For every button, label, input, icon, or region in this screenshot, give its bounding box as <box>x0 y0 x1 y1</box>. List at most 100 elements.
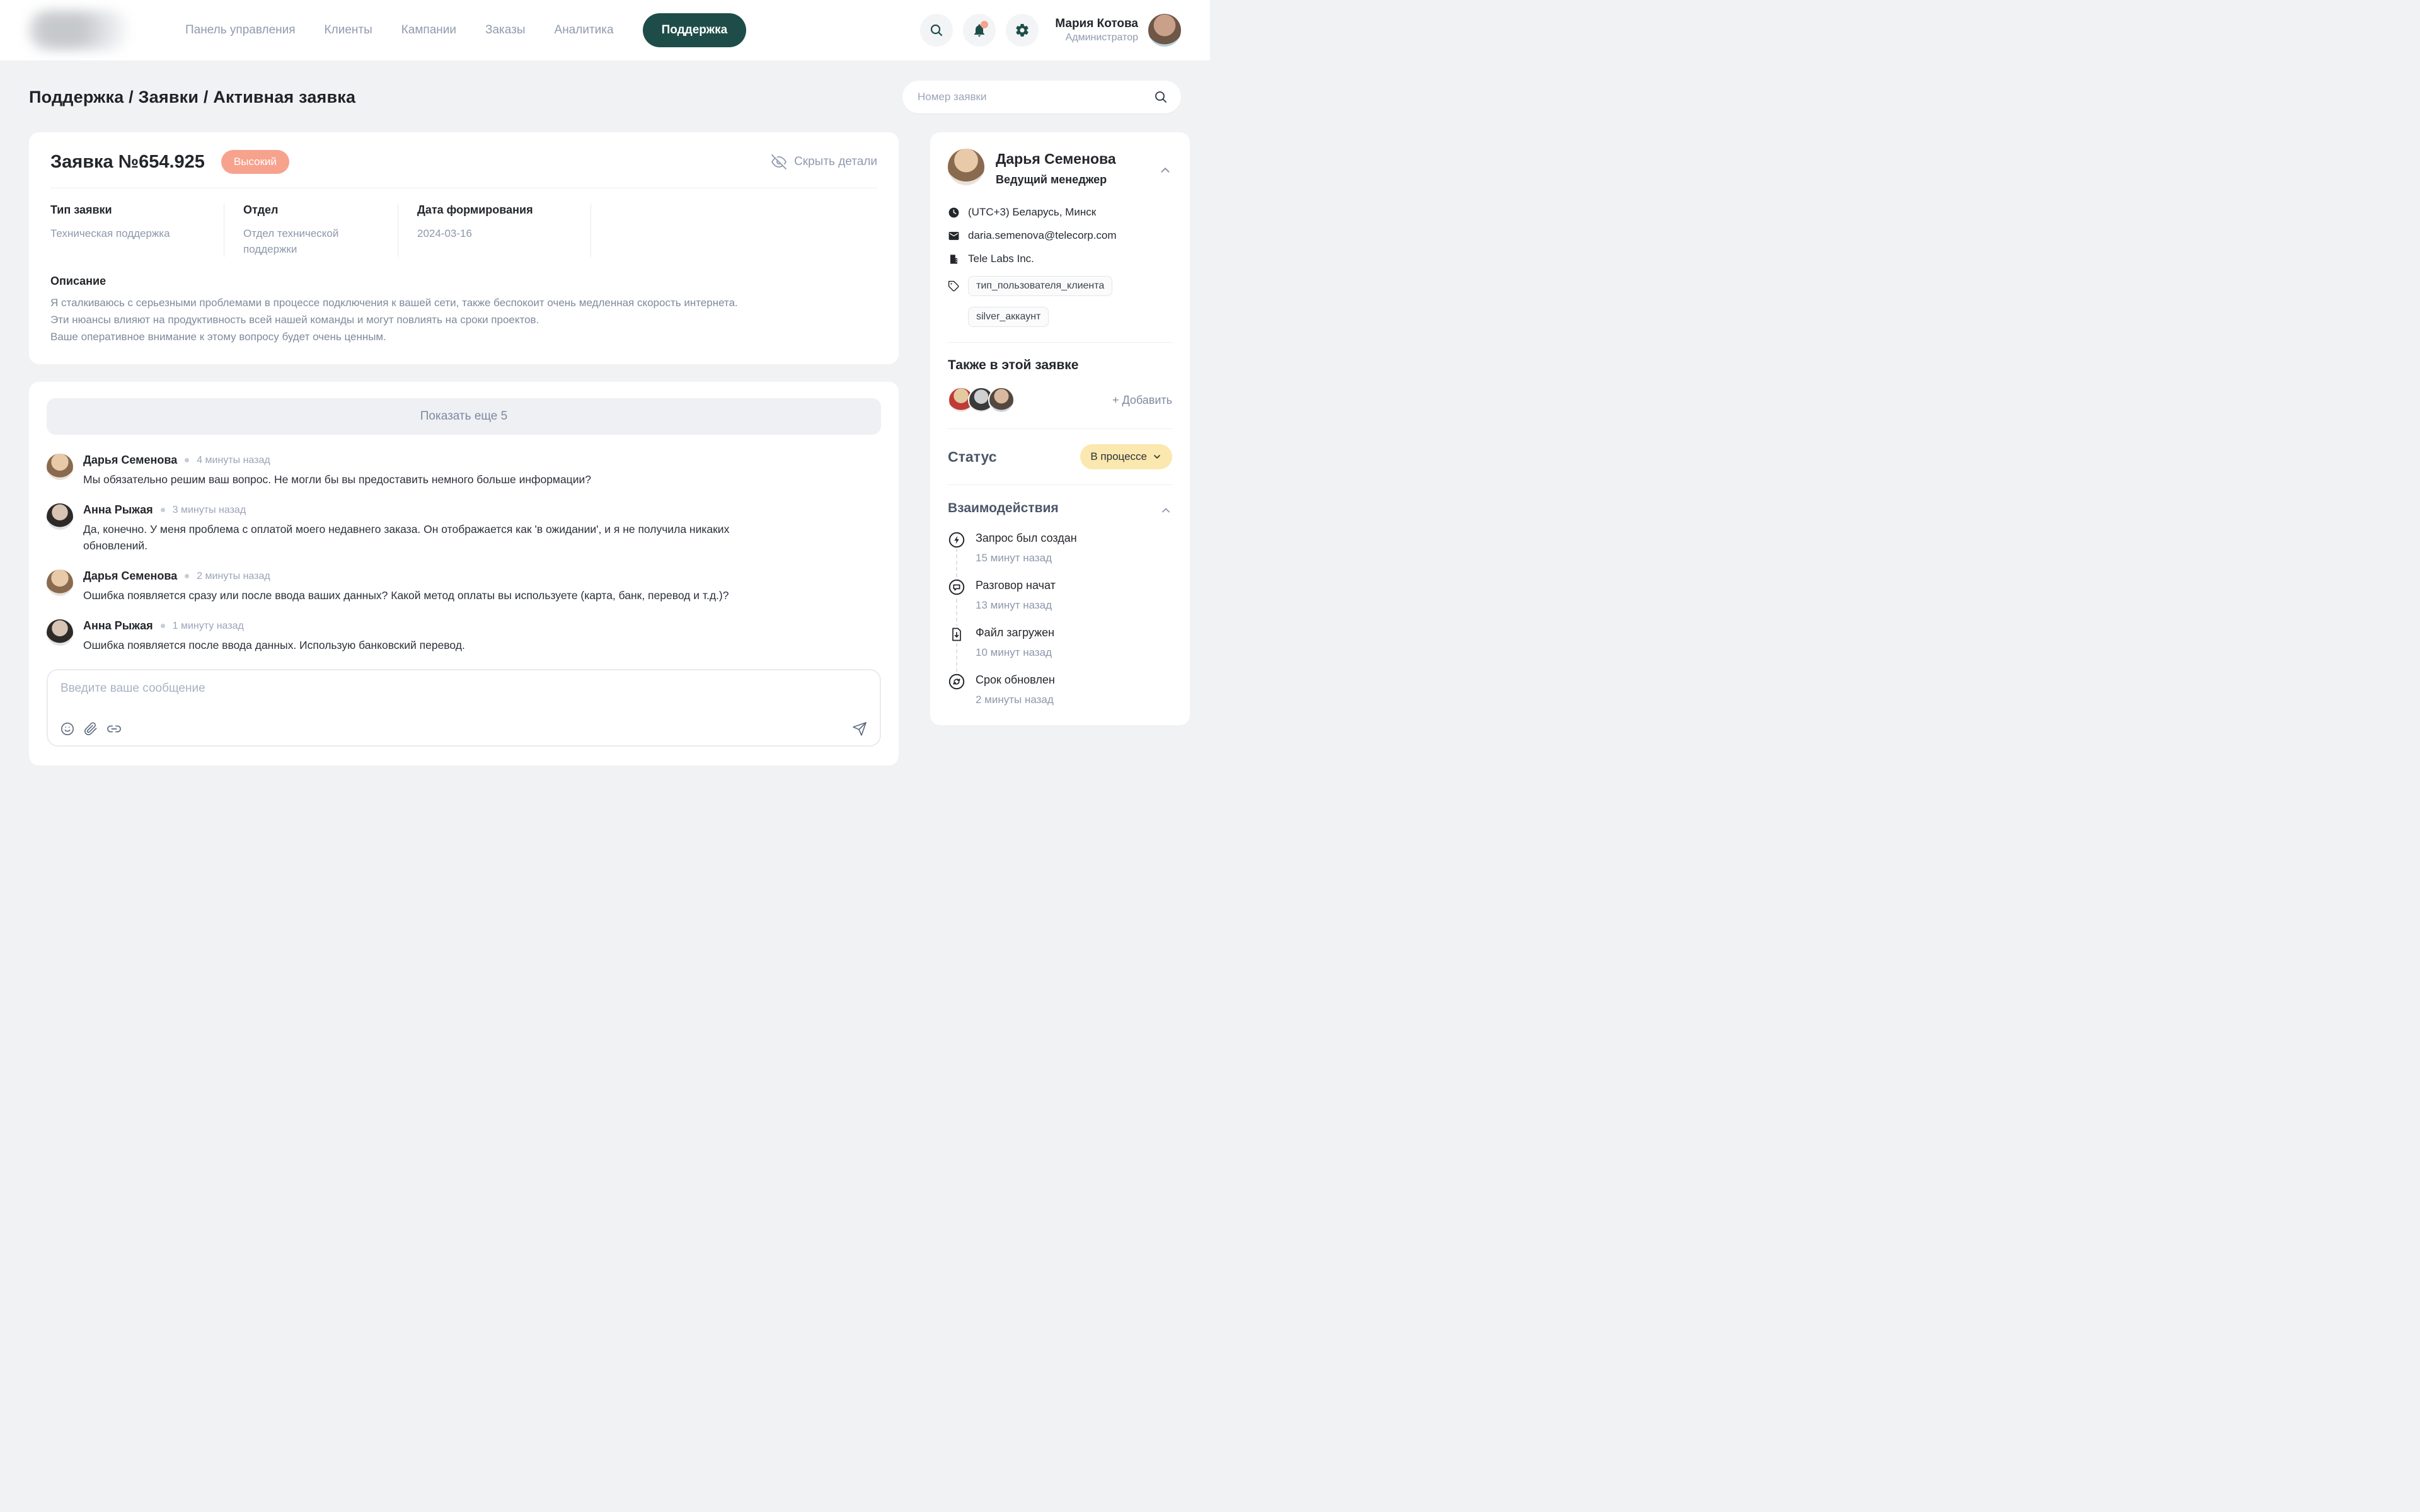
participants-section: Также в этой заявке + Добавить <box>948 358 1172 413</box>
message-body: Дарья Семенова 4 минуты назад Мы обязате… <box>83 454 591 488</box>
agent-company: Tele Labs Inc. <box>968 253 1034 265</box>
message-composer <box>47 669 881 747</box>
nav-item-support[interactable]: Поддержка <box>643 13 747 47</box>
message-head: Анна Рыжая 3 минуты назад <box>83 503 742 517</box>
message-head: Дарья Семенова 2 минуты назад <box>83 570 729 583</box>
agent-profile: Дарья Семенова Ведущий менеджер <box>948 149 1172 187</box>
left-column: Заявка №654.925 Высокий Скрыть детали Ти… <box>29 132 899 765</box>
emoji-button[interactable] <box>60 722 74 736</box>
field-value: Отдел технической поддержки <box>243 226 375 257</box>
nav-item-orders[interactable]: Заказы <box>485 23 526 37</box>
top-bar: Панель управления Клиенты Кампании Заказ… <box>0 0 1210 60</box>
event-label: Файл загружен <box>976 626 1172 639</box>
hide-details-button[interactable]: Скрыть детали <box>771 154 877 169</box>
settings-button[interactable] <box>1006 14 1039 47</box>
hide-details-label: Скрыть детали <box>794 155 877 169</box>
tag-pill[interactable]: silver_аккаунт <box>968 307 1049 327</box>
collapse-interactions-button[interactable] <box>1160 500 1172 517</box>
nav-item-clients[interactable]: Клиенты <box>325 23 372 37</box>
message-time: 1 минуту назад <box>173 621 244 632</box>
lightning-circle-icon <box>948 531 965 549</box>
participants-row: + Добавить <box>948 387 1172 413</box>
dot-separator <box>161 624 165 628</box>
page-head: Поддержка / Заявки / Активная заявка <box>29 81 1181 113</box>
description-label: Описание <box>50 275 877 288</box>
current-user-avatar[interactable] <box>1148 14 1181 47</box>
ticket-search <box>902 81 1181 113</box>
message-author: Дарья Семенова <box>83 570 177 583</box>
link-button[interactable] <box>107 722 121 736</box>
nav-item-campaigns[interactable]: Кампании <box>401 23 456 37</box>
field-label: Дата формирования <box>417 203 568 217</box>
timeline-event: Файл загружен 10 минут назад <box>948 626 1172 659</box>
event-time: 15 минут назад <box>976 552 1172 564</box>
message-author: Дарья Семенова <box>83 454 177 467</box>
send-button[interactable] <box>852 721 867 736</box>
show-more-button[interactable]: Показать еще 5 <box>47 398 881 435</box>
description-line: Я сталкиваюсь с серьезными проблемами в … <box>50 294 877 311</box>
event-label: Срок обновлен <box>976 673 1172 687</box>
message-head: Дарья Семенова 4 минуты назад <box>83 454 591 467</box>
message-time: 3 минуты назад <box>173 505 246 516</box>
topbar-actions: Мария Котова Администратор <box>920 14 1181 47</box>
chevron-up-icon <box>1160 504 1172 517</box>
interactions-title: Взаимодействия <box>948 501 1059 516</box>
header-search-button[interactable] <box>920 14 953 47</box>
timeline-event: Срок обновлен 2 минуты назад <box>948 673 1172 706</box>
smiley-icon <box>60 722 74 736</box>
file-download-icon <box>948 626 965 643</box>
field-value: Техническая поддержка <box>50 226 201 241</box>
notifications-button[interactable] <box>963 14 996 47</box>
nav-item-analytics[interactable]: Аналитика <box>555 23 614 37</box>
main-nav: Панель управления Клиенты Кампании Заказ… <box>185 13 746 47</box>
collapse-agent-button[interactable] <box>1158 149 1172 187</box>
message-text: Ошибка появляется сразу или после ввода … <box>83 587 729 604</box>
agent-role: Ведущий менеджер <box>996 173 1116 187</box>
event-time: 2 минуты назад <box>976 694 1172 706</box>
description-line: Ваше оперативное внимание к этому вопрос… <box>50 328 877 345</box>
sidebar-divider <box>948 342 1172 343</box>
message-time: 4 минуты назад <box>197 455 270 466</box>
dot-separator <box>161 508 165 512</box>
event-time: 13 минут назад <box>976 599 1172 612</box>
chat-message: Анна Рыжая 1 минуту назад Ошибка появляе… <box>47 619 881 653</box>
sidebar-divider <box>948 484 1172 485</box>
event-time: 10 минут назад <box>976 646 1172 659</box>
link-icon <box>107 722 121 736</box>
message-list: Дарья Семенова 4 минуты назад Мы обязате… <box>47 454 881 653</box>
clock-icon <box>948 207 960 219</box>
paperclip-icon <box>84 722 98 736</box>
nav-item-dashboard[interactable]: Панель управления <box>185 23 296 37</box>
message-body: Анна Рыжая 3 минуты назад Да, конечно. У… <box>83 503 742 554</box>
message-author: Анна Рыжая <box>83 619 153 633</box>
breadcrumb: Поддержка / Заявки / Активная заявка <box>29 88 355 107</box>
field-created-date: Дата формирования 2024-03-16 <box>398 203 591 257</box>
paper-plane-icon <box>852 721 867 736</box>
mail-icon <box>948 230 960 242</box>
participant-avatar[interactable] <box>988 387 1015 413</box>
search-icon <box>929 23 944 38</box>
field-label: Тип заявки <box>50 203 201 217</box>
agent-email-row: daria.semenova@telecorp.com <box>948 229 1172 242</box>
attach-button[interactable] <box>84 722 98 736</box>
event-label: Разговор начат <box>976 579 1172 592</box>
search-icon[interactable] <box>1153 89 1168 105</box>
agent-timezone-row: (UTC+3) Беларусь, Минск <box>948 206 1172 219</box>
current-user-info: Мария Котова Администратор <box>1055 16 1138 44</box>
status-value: В процессе <box>1090 450 1147 463</box>
message-avatar <box>47 619 73 646</box>
add-participant-button[interactable]: + Добавить <box>1112 394 1172 407</box>
notification-dot <box>981 21 988 28</box>
status-dropdown[interactable]: В процессе <box>1080 444 1172 469</box>
dot-separator <box>185 458 189 462</box>
field-department: Отдел Отдел технической поддержки <box>224 203 398 257</box>
tag-pill[interactable]: тип_пользователя_клиента <box>968 276 1112 296</box>
refresh-circle-icon <box>948 673 965 690</box>
dot-separator <box>185 574 189 578</box>
message-input[interactable] <box>60 682 867 718</box>
agent-tags-row: тип_пользователя_клиента <box>948 276 1172 296</box>
field-value: 2024-03-16 <box>417 226 568 241</box>
ticket-search-input[interactable] <box>902 81 1181 113</box>
ticket-card: Заявка №654.925 Высокий Скрыть детали Ти… <box>29 132 899 364</box>
message-avatar <box>47 503 73 530</box>
